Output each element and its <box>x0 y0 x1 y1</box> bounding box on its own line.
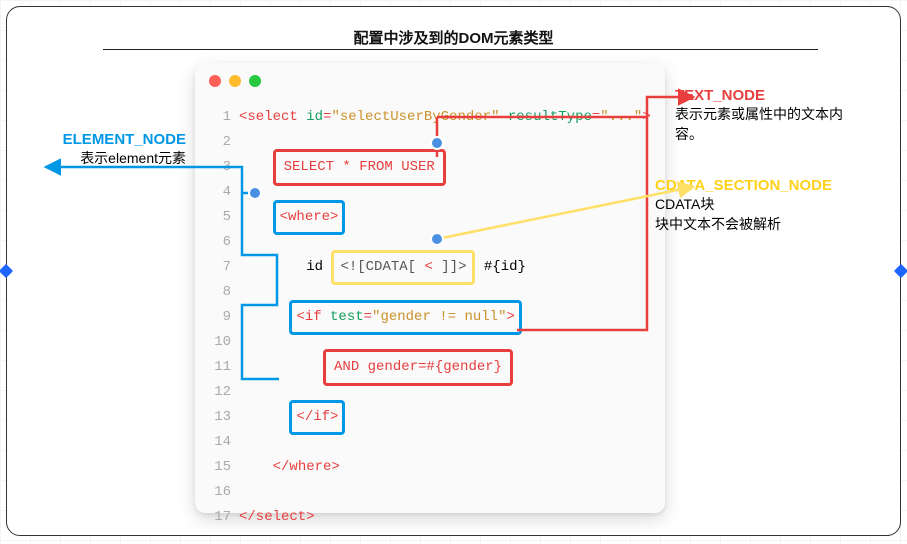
title-rule <box>103 49 818 50</box>
annotation-desc: 表示element元素 <box>31 148 186 168</box>
code-area: 1 <select id="selectUserByGender" result… <box>195 99 665 513</box>
attr-rt: resultType <box>499 105 591 130</box>
where-close: </where> <box>273 455 340 480</box>
close-icon[interactable] <box>209 75 221 87</box>
sql-text-2: AND gender=#{gender} <box>334 359 502 375</box>
sql-text: SELECT * FROM USER <box>284 159 435 175</box>
zoom-icon[interactable] <box>249 75 261 87</box>
line-num: 12 <box>209 380 231 405</box>
attr-id: id <box>306 105 323 130</box>
annotation-cdata-node: CDATA_SECTION_NODE CDATA块 块中文本不会被解析 <box>655 177 870 234</box>
diagram-title: 配置中涉及到的DOM元素类型 <box>7 27 900 48</box>
line-num: 4 <box>209 180 231 205</box>
annotation-desc: CDATA块 块中文本不会被解析 <box>655 194 870 234</box>
code-line-11: 11 AND gender=#{gender} <box>209 355 651 380</box>
line-num: 6 <box>209 230 231 255</box>
line-num: 9 <box>209 305 231 330</box>
if-open-end: > <box>506 309 514 325</box>
element-node-highlight-if: <if test="gender != null"> <box>289 300 521 335</box>
eq3: = <box>364 309 372 325</box>
id-prefix: id <box>306 255 331 280</box>
window-traffic-lights <box>209 75 261 87</box>
select-open-start: <select <box>239 105 306 130</box>
cdata-content: < <box>424 259 441 275</box>
annotation-title: CDATA_SECTION_NODE <box>655 177 870 194</box>
annotation-title: TEXT_NODE <box>675 87 870 104</box>
code-line-13: 13 </if> <box>209 405 651 430</box>
code-line-15: 15 </where> <box>209 455 651 480</box>
code-line-7: 7 id <![CDATA[ < ]]> #{id} <box>209 255 651 280</box>
where-open: <where> <box>280 209 339 225</box>
annotation-text-node: TEXT_NODE 表示元素或属性中的文本内容。 <box>675 87 870 144</box>
code-window: 1 <select id="selectUserByGender" result… <box>195 63 665 513</box>
line-num: 8 <box>209 280 231 305</box>
element-node-highlight-endif: </if> <box>289 400 345 435</box>
annotation-element-node: ELEMENT_NODE 表示element元素 <box>31 131 186 168</box>
val-id: "selectUserByGender" <box>331 105 499 130</box>
if-open: <if <box>296 309 330 325</box>
code-line-16: 16 <box>209 480 651 505</box>
line-num: 3 <box>209 155 231 180</box>
select-open-end: > <box>642 105 650 130</box>
code-line-14: 14 <box>209 430 651 455</box>
line-num: 14 <box>209 430 231 455</box>
cdata-close: ]]> <box>441 259 466 275</box>
line-num: 10 <box>209 330 231 355</box>
cdata-open: <![CDATA[ <box>340 259 424 275</box>
val-rt: "..." <box>600 105 642 130</box>
line-num: 15 <box>209 455 231 480</box>
cdata-highlight: <![CDATA[ < ]]> <box>331 250 475 285</box>
line-num: 16 <box>209 480 231 505</box>
annotation-desc: 表示元素或属性中的文本内容。 <box>675 104 870 144</box>
text-node-highlight-1: SELECT * FROM USER <box>273 149 446 186</box>
select-close: </select> <box>239 505 315 530</box>
if-close: </if> <box>296 409 338 425</box>
line-num: 5 <box>209 205 231 230</box>
attr-test: test <box>330 309 364 325</box>
eq1: = <box>323 105 331 130</box>
diagram-frame: 配置中涉及到的DOM元素类型 1 <select id="selectUserB… <box>6 6 901 536</box>
line-num: 13 <box>209 405 231 430</box>
line-num: 17 <box>209 505 231 530</box>
code-line-3: 3 SELECT * FROM USER <box>209 155 651 180</box>
code-line-1: 1 <select id="selectUserByGender" result… <box>209 105 651 130</box>
line-num: 11 <box>209 355 231 380</box>
text-node-highlight-2: AND gender=#{gender} <box>323 349 513 386</box>
line-num: 7 <box>209 255 231 280</box>
line-num: 1 <box>209 105 231 130</box>
minimize-icon[interactable] <box>229 75 241 87</box>
id-suffix: #{id} <box>475 255 525 280</box>
val-test: "gender != null" <box>372 309 506 325</box>
code-line-5: 5 <where> <box>209 205 651 230</box>
annotation-title: ELEMENT_NODE <box>31 131 186 148</box>
code-line-17: 17 </select> <box>209 505 651 530</box>
element-node-highlight-where: <where> <box>273 200 346 235</box>
eq2: = <box>592 105 600 130</box>
code-line-9: 9 <if test="gender != null"> <box>209 305 651 330</box>
line-num: 2 <box>209 130 231 155</box>
